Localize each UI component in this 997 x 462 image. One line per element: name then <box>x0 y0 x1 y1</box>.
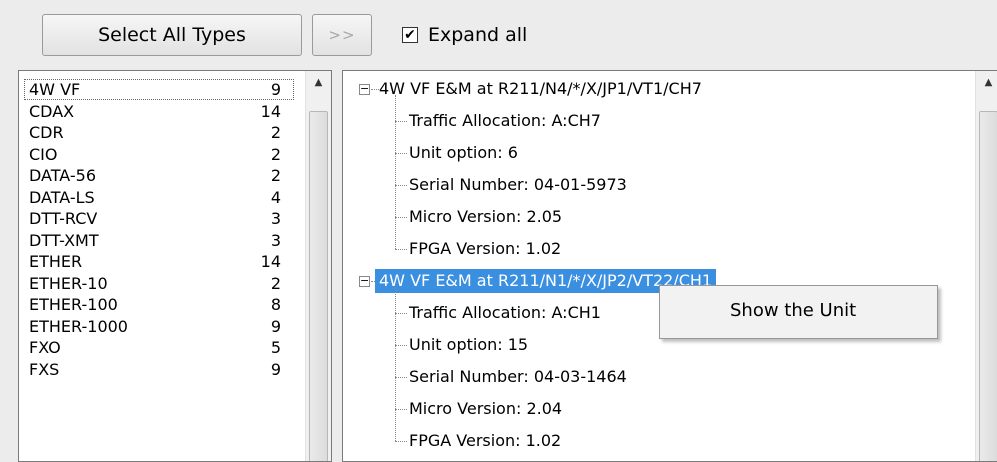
scrollbar-thumb[interactable] <box>979 111 997 461</box>
context-menu: Show the Unit <box>659 285 938 339</box>
up-arrow-icon[interactable]: ▲ <box>976 77 997 88</box>
tree-property-node[interactable]: FPGA Version: 1.02 <box>409 237 561 261</box>
tree-connector <box>395 249 407 250</box>
type-name: DTT-RCV <box>29 209 98 228</box>
tree-property-node[interactable]: Traffic Allocation: A:CH1 <box>409 301 601 325</box>
type-name: FXS <box>29 359 60 379</box>
move-right-button[interactable]: >> <box>312 14 372 56</box>
type-name: FXO <box>29 338 61 357</box>
type-list-item[interactable]: CIO 2 <box>23 144 293 166</box>
type-list[interactable]: 4W VF 9 CDAX 14 CDR 2 CIO 2 DATA-56 2 DATA-LS 4 DTT-… <box>23 79 294 381</box>
type-list-item[interactable]: ETHER 14 <box>23 251 293 273</box>
tree-connector <box>395 345 407 346</box>
type-count: 2 <box>270 166 281 185</box>
type-count: 9 <box>270 316 281 336</box>
tree-connector <box>395 153 407 154</box>
type-list-panel: 4W VF 9 CDAX 14 CDR 2 CIO 2 DATA-56 2 DATA-LS 4 DTT-… <box>18 70 332 462</box>
type-count: 9 <box>270 80 281 99</box>
tree-connector <box>395 287 396 441</box>
type-list-item[interactable]: DTT-RCV 3 <box>23 208 293 230</box>
type-name: ETHER-1000 <box>29 316 128 336</box>
type-name: CIO <box>29 144 58 164</box>
type-count: 2 <box>270 123 281 142</box>
tree-property-node[interactable]: FPGA Version: 1.02 <box>409 429 561 453</box>
tree-property-node[interactable]: Micro Version: 2.05 <box>409 205 562 229</box>
expand-all-checkbox[interactable]: ✔ <box>402 27 418 43</box>
up-arrow-icon[interactable]: ▲ <box>306 77 331 88</box>
type-list-item[interactable]: ETHER-100 8 <box>23 294 293 316</box>
tree-connector <box>395 409 407 410</box>
type-list-item[interactable]: CDAX 14 <box>23 101 293 123</box>
type-count: 2 <box>270 273 281 293</box>
tree-connector <box>395 95 396 249</box>
type-list-item[interactable]: 4W VF 9 <box>23 79 294 101</box>
minus-box-icon[interactable]: − <box>359 83 370 95</box>
tree-connector <box>395 185 407 186</box>
scrollbar-thumb[interactable] <box>309 111 328 461</box>
type-count: 14 <box>260 101 281 121</box>
type-count: 4 <box>270 187 281 207</box>
tree-property-node[interactable]: Serial Number: 04-03-1464 <box>409 365 627 389</box>
tree-connector <box>395 121 407 122</box>
tree-property-node[interactable]: Unit option: 6 <box>409 141 518 165</box>
type-name: ETHER <box>29 252 83 271</box>
type-list-item[interactable]: FXS 9 <box>23 359 293 381</box>
type-list-item[interactable]: DATA-LS 4 <box>23 187 293 209</box>
type-list-item[interactable]: DATA-56 2 <box>23 165 293 187</box>
tree-property-node[interactable]: Traffic Allocation: A:CH7 <box>409 109 601 133</box>
type-name: DATA-LS <box>29 187 95 207</box>
tree-connector <box>395 217 407 218</box>
type-name: 4W VF <box>29 80 81 99</box>
tree-connector <box>395 313 407 314</box>
unit-tree[interactable]: −4W VF E&M at R211/N4/*/X/JP1/VT1/CH7 Tra… <box>343 71 975 461</box>
select-all-types-button[interactable]: Select All Types <box>42 14 302 56</box>
type-name: DATA-56 <box>29 166 96 185</box>
tree-connector <box>371 89 379 90</box>
tree-property-node[interactable]: Serial Number: 04-01-5973 <box>409 173 627 197</box>
type-count: 5 <box>270 338 281 357</box>
type-count: 2 <box>270 144 281 164</box>
tree-property-node[interactable]: Unit option: 15 <box>409 333 528 357</box>
type-name: DTT-XMT <box>29 230 99 250</box>
minus-box-icon[interactable]: − <box>359 275 370 287</box>
type-name: ETHER-10 <box>29 273 108 293</box>
type-list-item[interactable]: CDR 2 <box>23 122 293 144</box>
tree-connector <box>395 441 407 442</box>
tree-scrollbar[interactable]: ▲ <box>975 71 997 461</box>
type-list-item[interactable]: FXO 5 <box>23 337 293 359</box>
type-count: 3 <box>270 209 281 228</box>
tree-connector <box>395 377 407 378</box>
type-count: 8 <box>270 295 281 314</box>
type-list-scrollbar[interactable]: ▲ <box>305 71 331 461</box>
type-count: 9 <box>270 359 281 379</box>
type-count: 14 <box>260 252 281 271</box>
tree-property-node[interactable]: Micro Version: 2.04 <box>409 397 562 421</box>
expand-all-label: Expand all <box>428 24 528 46</box>
type-name: CDAX <box>29 101 75 121</box>
type-name: CDR <box>29 123 64 142</box>
expand-all-toggle[interactable]: ✔ Expand all <box>402 20 527 50</box>
type-count: 3 <box>270 230 281 250</box>
tree-unit-node[interactable]: 4W VF E&M at R211/N4/*/X/JP1/VT1/CH7 <box>379 77 702 101</box>
type-list-item[interactable]: DTT-XMT 3 <box>23 230 293 252</box>
unit-tree-panel: −4W VF E&M at R211/N4/*/X/JP1/VT1/CH7 Tra… <box>342 70 997 462</box>
type-list-item[interactable]: ETHER-10 2 <box>23 273 293 295</box>
show-the-unit-menu-item[interactable]: Show the Unit <box>730 300 856 321</box>
type-list-item[interactable]: ETHER-1000 9 <box>23 316 293 338</box>
type-name: ETHER-100 <box>29 295 118 314</box>
